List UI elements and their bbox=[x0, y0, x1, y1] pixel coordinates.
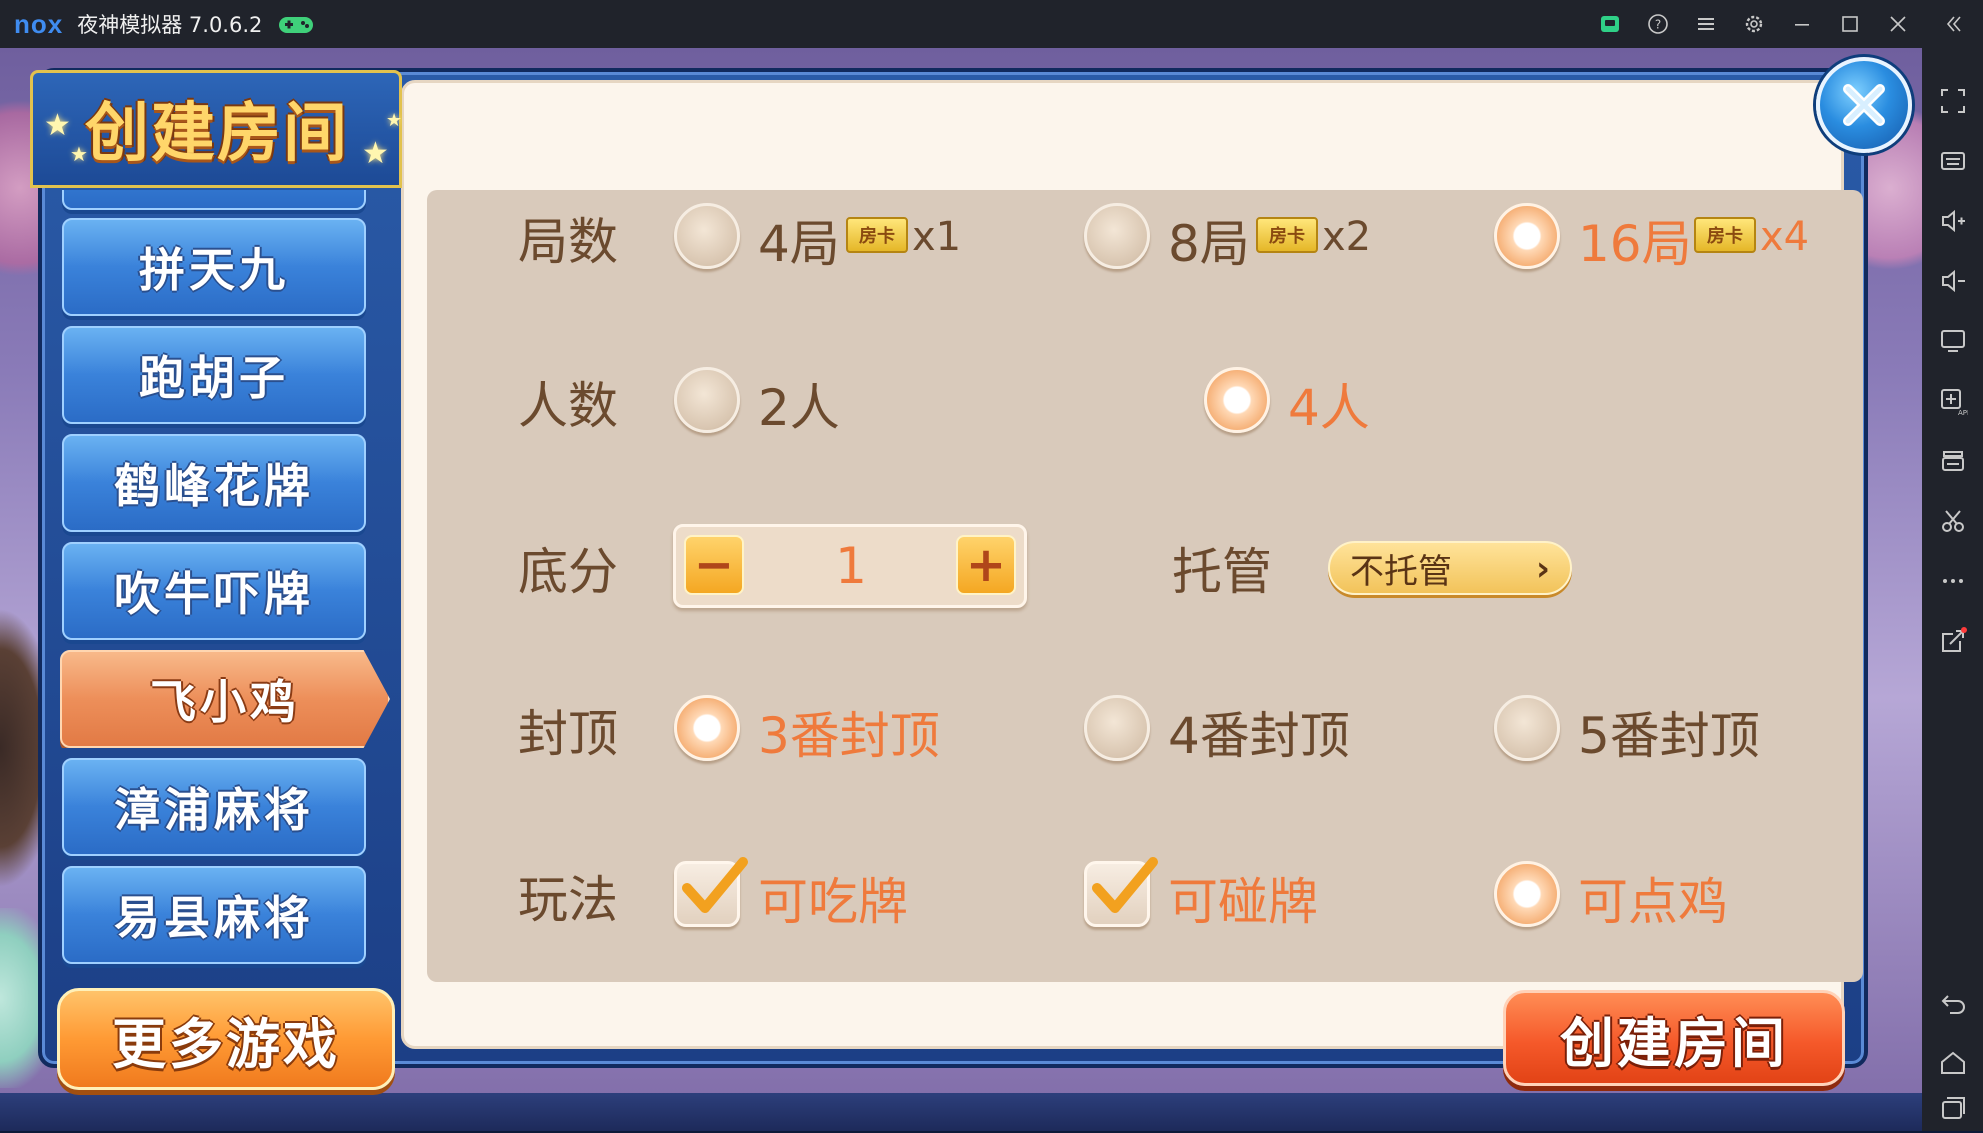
screenshot-icon[interactable] bbox=[1922, 496, 1983, 546]
game-list[interactable]: 拼天九 跑胡子 鹤峰花牌 吹牛吓牌 飞小鸡 漳浦麻将 易县麻将 bbox=[56, 190, 396, 970]
checkmark-icon bbox=[1092, 857, 1158, 913]
auto-play-label: 托管 bbox=[1172, 543, 1272, 601]
cap-label: 封顶 bbox=[518, 705, 618, 763]
background-bottom-bar bbox=[0, 1093, 1922, 1131]
emulator-titlebar: nox 夜神模拟器 7.0.6.2 ? bbox=[0, 0, 1983, 48]
rounds-4-radio[interactable] bbox=[674, 203, 740, 269]
rules-label: 玩法 bbox=[518, 871, 618, 929]
rounds-8-radio[interactable] bbox=[1084, 203, 1150, 269]
game-item-yixian-majiang[interactable]: 易县麻将 bbox=[62, 866, 366, 964]
cap-3-radio[interactable] bbox=[674, 695, 740, 761]
game-item-hefeng-huapai[interactable]: 鹤峰花牌 bbox=[62, 434, 366, 532]
rounds-16-cost: x4 bbox=[1760, 214, 1810, 260]
dialog-title: 创建房间 bbox=[85, 97, 349, 171]
game-item-paohuzi[interactable]: 跑胡子 bbox=[62, 326, 366, 424]
multi-instance-icon[interactable] bbox=[1922, 436, 1983, 486]
increase-button[interactable]: + bbox=[956, 535, 1016, 595]
share-icon[interactable] bbox=[1922, 616, 1983, 666]
volume-up-icon[interactable] bbox=[1922, 196, 1983, 246]
allow-peng-checkbox[interactable] bbox=[1084, 857, 1158, 927]
recents-icon[interactable] bbox=[1922, 1083, 1983, 1133]
emulator-sidebar: APK bbox=[1922, 48, 1983, 1131]
players-4-label: 4人 bbox=[1288, 379, 1370, 437]
players-4-radio[interactable] bbox=[1204, 367, 1270, 433]
menu-icon[interactable] bbox=[1682, 0, 1730, 48]
gamepad-icon[interactable] bbox=[278, 13, 314, 35]
star-icon: ★ bbox=[362, 136, 389, 171]
dialog-close-button[interactable] bbox=[1816, 57, 1912, 153]
base-score-label: 底分 bbox=[518, 543, 618, 601]
screen-icon[interactable] bbox=[1922, 316, 1983, 366]
rounds-4-cost: x1 bbox=[912, 214, 962, 260]
game-item-feixiaoji[interactable]: 飞小鸡 bbox=[60, 650, 390, 748]
game-item-chuiniu-xiapai[interactable]: 吹牛吓牌 bbox=[62, 542, 366, 640]
base-score-value: 1 bbox=[835, 537, 867, 595]
app-title: 夜神模拟器 7.0.6.2 bbox=[77, 13, 263, 37]
rounds-16-label: 16局 bbox=[1578, 215, 1692, 273]
cap-4-radio[interactable] bbox=[1084, 695, 1150, 761]
allow-dianji-label: 可点鸡 bbox=[1578, 873, 1728, 931]
allow-dianji-radio[interactable] bbox=[1494, 861, 1560, 927]
auto-play-value: 不托管 bbox=[1350, 551, 1452, 592]
apk-icon[interactable]: APK bbox=[1922, 376, 1983, 426]
players-2-label: 2人 bbox=[758, 379, 840, 437]
room-card-icon: 房卡 bbox=[846, 217, 908, 253]
volume-down-icon[interactable] bbox=[1922, 256, 1983, 306]
checkmark-icon bbox=[682, 857, 748, 913]
fullscreen-icon[interactable] bbox=[1922, 76, 1983, 126]
rounds-label: 局数 bbox=[518, 213, 618, 271]
help-icon[interactable]: ? bbox=[1634, 0, 1682, 48]
nox-logo: nox bbox=[14, 8, 64, 39]
rounds-4-label: 4局 bbox=[758, 215, 840, 273]
svg-text:APK: APK bbox=[1958, 409, 1968, 416]
settings-icon[interactable] bbox=[1730, 0, 1778, 48]
decrease-button[interactable]: − bbox=[684, 535, 744, 595]
players-2-radio[interactable] bbox=[674, 367, 740, 433]
svg-text:?: ? bbox=[1655, 18, 1661, 32]
close-x-icon bbox=[1843, 84, 1885, 126]
allow-peng-label: 可碰牌 bbox=[1168, 873, 1318, 931]
allow-chi-label: 可吃牌 bbox=[758, 873, 908, 931]
cap-5-label: 5番封顶 bbox=[1578, 707, 1760, 765]
cap-3-label: 3番封顶 bbox=[758, 707, 940, 765]
more-games-button[interactable]: 更多游戏 bbox=[57, 988, 395, 1090]
keyboard-icon[interactable] bbox=[1922, 136, 1983, 186]
maximize-icon[interactable] bbox=[1826, 0, 1874, 48]
game-list-item-partial bbox=[62, 190, 366, 210]
gift-icon[interactable] bbox=[1586, 0, 1634, 48]
room-card-icon: 房卡 bbox=[1694, 217, 1756, 253]
cap-4-label: 4番封顶 bbox=[1168, 707, 1350, 765]
star-icon: ★ bbox=[70, 142, 88, 166]
rounds-8-cost: x2 bbox=[1322, 214, 1372, 260]
create-room-button[interactable]: 创建房间 bbox=[1503, 990, 1845, 1086]
more-icon[interactable] bbox=[1922, 556, 1983, 606]
home-icon[interactable] bbox=[1922, 1038, 1983, 1088]
collapse-icon[interactable] bbox=[1922, 0, 1983, 48]
game-item-pintianjiu[interactable]: 拼天九 bbox=[62, 218, 366, 316]
base-score-stepper: − 1 + bbox=[673, 524, 1027, 608]
star-icon: ★ bbox=[44, 108, 71, 143]
rounds-8-label: 8局 bbox=[1168, 215, 1250, 273]
chevron-right-icon: › bbox=[1535, 549, 1550, 589]
auto-play-dropdown[interactable]: 不托管 › bbox=[1328, 541, 1572, 595]
game-item-zhangpu-majiang[interactable]: 漳浦麻将 bbox=[62, 758, 366, 856]
room-card-icon: 房卡 bbox=[1256, 217, 1318, 253]
rounds-16-radio[interactable] bbox=[1494, 203, 1560, 269]
cap-5-radio[interactable] bbox=[1494, 695, 1560, 761]
minimize-icon[interactable] bbox=[1778, 0, 1826, 48]
star-icon: ★ bbox=[386, 110, 403, 131]
close-icon[interactable] bbox=[1874, 0, 1922, 48]
allow-chi-checkbox[interactable] bbox=[674, 857, 748, 927]
back-icon[interactable] bbox=[1922, 978, 1983, 1028]
players-label: 人数 bbox=[518, 377, 618, 435]
